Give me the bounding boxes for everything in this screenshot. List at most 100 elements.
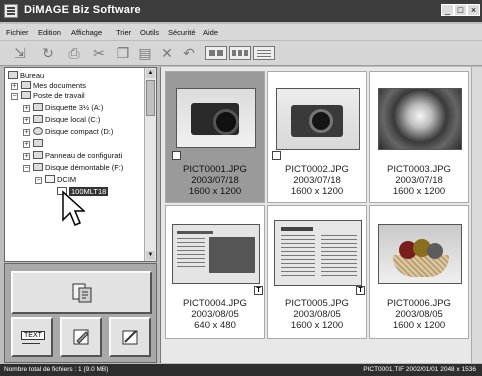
file-date: 2003/08/05: [395, 309, 443, 320]
text-button[interactable]: TEXT: [11, 317, 53, 357]
cd-icon: [33, 127, 43, 135]
tree-item-disque-demontable[interactable]: Disque démontable (F:): [33, 163, 123, 173]
file-name: PICT0004.JPG: [183, 298, 247, 309]
menu-outils[interactable]: Outils: [140, 28, 159, 37]
tree-item-disquette[interactable]: Disquette 3½ (A:): [33, 103, 103, 113]
expand-icon[interactable]: +: [11, 83, 18, 90]
file-dimensions: 1600 x 1200: [392, 320, 446, 331]
thumbnail-item[interactable]: PICT0006.JPG 2003/08/05 1600 x 1200: [369, 205, 469, 339]
edit-button[interactable]: [60, 317, 102, 357]
expand-icon[interactable]: +: [23, 153, 30, 160]
menu-bar: Fichier Edition Affichage Trier Outils S…: [0, 24, 482, 40]
cut-icon[interactable]: ✂: [88, 45, 110, 62]
file-date: 2003/08/05: [293, 309, 341, 320]
tree-item-panneau[interactable]: Panneau de configurati: [33, 151, 122, 161]
undo-icon[interactable]: ↶: [178, 45, 200, 62]
print-icon[interactable]: ⎙: [62, 45, 86, 62]
folder-icon: [21, 81, 31, 89]
window-title: DiMAGE Biz Software: [24, 4, 141, 16]
status-file-count: Nombre total de fichiers : 1 (9.0 MB): [4, 366, 109, 373]
text-attached-icon: T: [356, 286, 365, 295]
rotate-icon[interactable]: ↻: [36, 45, 60, 62]
thumbnail-image: [378, 224, 462, 284]
status-file-info: PICT0001.TIF 2002/01/01 2048 x 1536: [363, 366, 476, 373]
thumbnail-image: [176, 88, 256, 148]
thumbnail-scrollbar[interactable]: [471, 67, 482, 363]
menu-securite[interactable]: Sécurité: [168, 28, 196, 37]
control-panel-icon: [33, 151, 43, 159]
expand-icon[interactable]: +: [23, 117, 30, 124]
file-type-icon: [172, 151, 181, 160]
tree-item-network[interactable]: [33, 139, 45, 149]
paste-icon[interactable]: ▤: [134, 45, 156, 62]
import-icon[interactable]: ⇲: [8, 45, 32, 62]
thumbnail-image: [274, 220, 362, 286]
thumbnail-image: [276, 88, 360, 150]
mouse-cursor-icon: [62, 190, 85, 226]
expand-icon[interactable]: +: [23, 141, 30, 148]
collapse-icon[interactable]: −: [11, 93, 18, 100]
folder-tree[interactable]: Bureau + Mes documents − Poste de travai…: [4, 67, 157, 262]
text-attached-icon: T: [254, 286, 263, 295]
tree-item-dcim[interactable]: DCIM: [45, 175, 76, 185]
file-date: 2003/07/18: [191, 175, 239, 186]
maximize-button[interactable]: □: [454, 4, 467, 16]
menu-edition[interactable]: Edition: [38, 28, 61, 37]
thumbnail-item[interactable]: PICT0003.JPG 2003/07/18 1600 x 1200: [369, 71, 469, 203]
tree-scrollbar[interactable]: ▲ ▼: [144, 68, 156, 261]
desktop-icon: [8, 71, 18, 79]
scroll-down-icon[interactable]: ▼: [146, 251, 155, 260]
tools-icon: [122, 330, 138, 345]
copy-icon[interactable]: ❐: [112, 45, 134, 62]
close-button[interactable]: ×: [467, 4, 480, 16]
scroll-thumb[interactable]: [146, 80, 155, 116]
file-name: PICT0002.JPG: [285, 164, 349, 175]
menu-fichier[interactable]: Fichier: [6, 28, 29, 37]
settings-button[interactable]: [109, 317, 151, 357]
file-date: 2003/07/18: [293, 175, 341, 186]
tree-item-disque-local[interactable]: Disque local (C:): [33, 115, 100, 125]
view-list-icon[interactable]: [253, 46, 275, 60]
file-dimensions: 1600 x 1200: [290, 320, 344, 331]
file-type-icon: [272, 151, 281, 160]
file-dimensions: 640 x 480: [194, 320, 236, 331]
network-icon: [33, 139, 43, 147]
file-dimensions: 1600 x 1200: [188, 186, 242, 197]
thumbnail-item[interactable]: T PICT0005.JPG 2003/08/05 1600 x 1200: [267, 205, 367, 339]
menu-trier[interactable]: Trier: [116, 28, 131, 37]
thumbnail-image: [378, 88, 462, 150]
minimize-button[interactable]: _: [441, 4, 454, 16]
menu-aide[interactable]: Aide: [203, 28, 218, 37]
file-dimensions: 1600 x 1200: [392, 186, 446, 197]
expand-icon[interactable]: +: [23, 105, 30, 112]
delete-icon[interactable]: ✕: [156, 45, 178, 62]
floppy-icon: [33, 103, 43, 111]
collapse-icon[interactable]: −: [35, 177, 42, 184]
large-action-button[interactable]: [11, 271, 152, 314]
action-panel: TEXT: [4, 263, 157, 363]
tree-item-poste-de-travail[interactable]: Poste de travail: [21, 91, 85, 101]
removable-drive-icon: [33, 163, 43, 171]
file-name: PICT0006.JPG: [387, 298, 451, 309]
file-date: 2003/08/05: [191, 309, 239, 320]
tree-item-disque-compact[interactable]: Disque compact (D:): [33, 127, 113, 137]
thumbnail-item[interactable]: T PICT0004.JPG 2003/08/05 640 x 480: [165, 205, 265, 339]
thumbnail-image: [172, 224, 260, 284]
file-name: PICT0003.JPG: [387, 164, 451, 175]
app-icon: [4, 4, 18, 18]
thumbnail-item[interactable]: PICT0002.JPG 2003/07/18 1600 x 1200: [267, 71, 367, 203]
status-bar: Nombre total de fichiers : 1 (9.0 MB) PI…: [0, 364, 482, 376]
computer-icon: [21, 91, 31, 99]
view-medium-icon[interactable]: [229, 46, 251, 60]
menu-affichage[interactable]: Affichage: [71, 28, 102, 37]
collapse-icon[interactable]: −: [23, 165, 30, 172]
view-large-icon[interactable]: [205, 46, 227, 60]
thumbnail-item[interactable]: PICT0001.JPG 2003/07/18 1600 x 1200: [165, 71, 265, 203]
expand-icon[interactable]: +: [23, 129, 30, 136]
scroll-up-icon[interactable]: ▲: [146, 69, 155, 78]
tree-item-bureau[interactable]: Bureau: [8, 71, 44, 81]
tree-item-mes-documents[interactable]: Mes documents: [21, 81, 86, 91]
text-label: TEXT: [21, 331, 45, 340]
folder-icon: [45, 175, 55, 183]
thumbnail-grid[interactable]: PICT0001.JPG 2003/07/18 1600 x 1200 PICT…: [160, 67, 482, 363]
